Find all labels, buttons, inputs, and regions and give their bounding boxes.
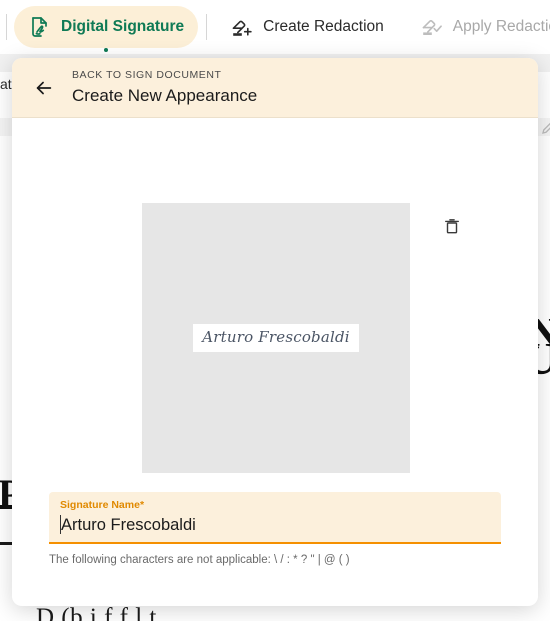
create-redaction-icon bbox=[230, 15, 254, 39]
signature-name-field-block: Signature Name* Arturo Frescobaldi The f… bbox=[49, 492, 501, 569]
toolbar-item-label-create-redaction: Create Redaction bbox=[263, 18, 384, 35]
toolbar-divider-left bbox=[6, 14, 7, 40]
trash-icon bbox=[445, 219, 459, 234]
delete-appearance-button[interactable] bbox=[438, 212, 466, 240]
panel-body: Arturo Frescobaldi Signature Name* Artur… bbox=[12, 118, 538, 605]
app-root: P N U e. ie D (b i f f l t at bbox=[0, 0, 550, 621]
toolbar-item-create-redaction[interactable]: Create Redaction bbox=[216, 6, 398, 48]
digital-signature-icon bbox=[28, 15, 52, 39]
back-to-sign-document-label: BACK TO SIGN DOCUMENT bbox=[72, 68, 222, 81]
toolbar-item-apply-redaction[interactable]: Apply Redaction bbox=[406, 6, 550, 48]
signature-preview-area: Arturo Frescobaldi bbox=[142, 203, 459, 473]
signature-preview-canvas[interactable]: Arturo Frescobaldi bbox=[142, 203, 410, 473]
active-indicator-dot bbox=[104, 48, 109, 52]
signature-name-label: Signature Name* bbox=[60, 499, 145, 511]
arrow-left-icon bbox=[36, 81, 52, 94]
panel-header: BACK TO SIGN DOCUMENT Create New Appeara… bbox=[12, 58, 538, 118]
create-appearance-panel: BACK TO SIGN DOCUMENT Create New Appeara… bbox=[12, 58, 538, 606]
signature-name-value-row: Arturo Frescobaldi bbox=[60, 515, 491, 536]
toolbar-item-digital-signature[interactable]: Digital Signature bbox=[14, 6, 199, 52]
toolbar-divider-mid bbox=[206, 14, 208, 40]
background-bottom-line: D (b i f f l t bbox=[36, 604, 157, 621]
back-button[interactable] bbox=[29, 73, 59, 103]
panel-header-texts: BACK TO SIGN DOCUMENT Create New Appeara… bbox=[72, 69, 257, 107]
background-toolbar-fragment: at bbox=[0, 76, 12, 92]
edge-pen-icon[interactable] bbox=[540, 118, 550, 136]
signature-preview-text: Arturo Frescobaldi bbox=[202, 328, 350, 346]
toolbar-item-label-digital-signature: Digital Signature bbox=[61, 18, 185, 35]
field-helper-text: The following characters are not applica… bbox=[49, 554, 350, 567]
page-title: Create New Appearance bbox=[72, 86, 258, 106]
signature-name-input[interactable]: Arturo Frescobaldi bbox=[61, 515, 196, 536]
signature-chip[interactable]: Arturo Frescobaldi bbox=[193, 324, 359, 352]
signature-name-field[interactable]: Signature Name* Arturo Frescobaldi bbox=[49, 492, 501, 545]
top-toolbar: Digital Signature Create Redaction Apply… bbox=[0, 0, 550, 54]
apply-redaction-icon bbox=[420, 15, 444, 39]
toolbar-item-label-apply-redaction: Apply Redaction bbox=[452, 18, 550, 35]
